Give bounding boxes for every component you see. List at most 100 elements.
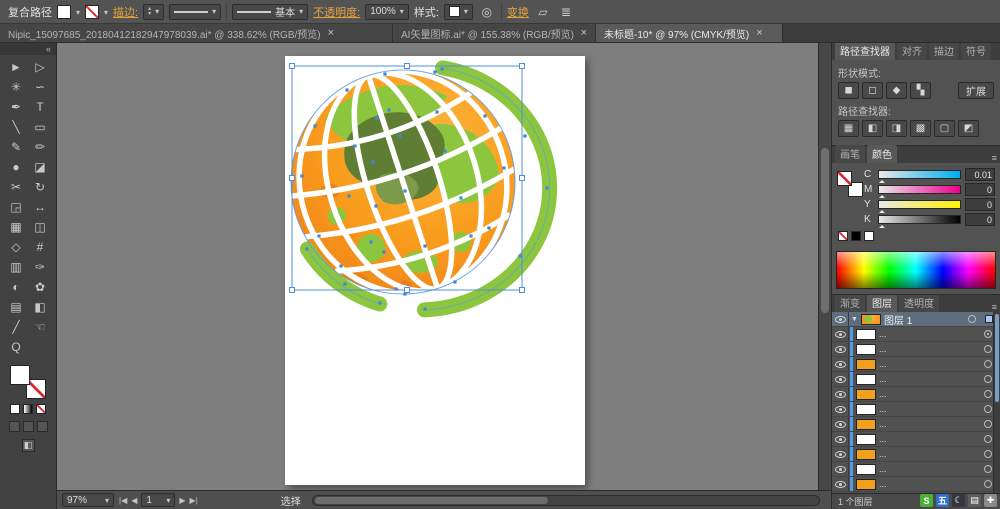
visibility-eye-icon[interactable] (832, 387, 849, 401)
target-circle-icon[interactable] (984, 330, 992, 338)
symbol-sprayer-tool-icon[interactable]: ✿ (28, 277, 52, 297)
column-graph-tool-icon[interactable]: ▤ (4, 297, 28, 317)
fill-proxy-swatch[interactable] (10, 365, 30, 385)
stroke-link[interactable]: 描边: (113, 4, 138, 20)
visibility-eye-icon[interactable] (832, 312, 849, 326)
free-transform-tool-icon[interactable]: ▦ (4, 217, 28, 237)
collapse-panel-icon[interactable]: « (0, 43, 56, 55)
visibility-eye-icon[interactable] (832, 477, 849, 491)
pen-tool-icon[interactable]: ✒ (4, 97, 28, 117)
cyan-slider[interactable] (878, 170, 961, 183)
artboard[interactable] (285, 56, 585, 485)
magenta-slider[interactable] (878, 185, 961, 198)
shear-icon[interactable]: ▱ (534, 3, 552, 21)
yellow-slider[interactable] (878, 200, 961, 213)
magenta-value[interactable]: 0 (965, 183, 995, 196)
slider-marker-icon[interactable] (879, 222, 885, 228)
first-artboard-button[interactable]: |◀ (119, 496, 127, 505)
visibility-eye-icon[interactable] (832, 417, 849, 431)
layer-thumbnail[interactable] (856, 463, 876, 475)
tab-align[interactable]: 对齐 (897, 43, 927, 60)
layer-thumbnail[interactable] (856, 448, 876, 460)
outline-button[interactable]: ▢ (934, 120, 955, 137)
slice-tool-icon[interactable]: ╱ (4, 317, 28, 337)
keyboard-icon[interactable]: ▤ (968, 494, 981, 507)
target-circle-icon[interactable] (984, 405, 992, 413)
zoom-level-dropdown[interactable]: 97% (62, 493, 114, 507)
target-circle-icon[interactable] (984, 465, 992, 473)
layer-thumbnail[interactable] (856, 328, 876, 340)
color-button[interactable] (10, 404, 20, 414)
stroke-weight-input[interactable] (143, 3, 165, 20)
layers-scrollbar[interactable] (993, 312, 1000, 493)
slider-marker-icon[interactable] (879, 207, 885, 213)
globe[interactable] (285, 56, 558, 324)
layer-row[interactable]: ... (832, 432, 1000, 447)
white-swatch[interactable] (864, 231, 874, 241)
tab-pathfinder[interactable]: 路径查找器 (835, 43, 895, 60)
fill-proxy-swatch[interactable] (837, 171, 852, 186)
layer-thumbnail[interactable] (856, 478, 876, 490)
type-tool-icon[interactable]: T (28, 97, 52, 117)
zoom-arrow-icon[interactable] (105, 495, 109, 506)
blend-tool-icon[interactable]: ◐ (4, 277, 28, 297)
screen-mode-button[interactable]: ◧ (21, 439, 35, 452)
target-circle-icon[interactable] (984, 345, 992, 353)
layer-row[interactable]: ... (832, 387, 1000, 402)
layer-row[interactable]: ... (832, 327, 1000, 342)
style-dropdown[interactable] (443, 3, 473, 20)
stroke-dropdown-arrow-icon[interactable] (104, 6, 108, 18)
tab-stroke[interactable]: 描边 (929, 43, 959, 60)
target-circle-icon[interactable] (984, 450, 992, 458)
globe-artwork[interactable] (285, 56, 585, 485)
tab-layers[interactable]: 图层 (867, 294, 897, 312)
layer-name[interactable]: ... (879, 359, 981, 369)
layer-name[interactable]: ... (879, 464, 981, 474)
visibility-eye-icon[interactable] (832, 327, 849, 341)
wubi-input-icon[interactable]: 五 (936, 494, 949, 507)
layer-thumbnail[interactable] (856, 358, 876, 370)
opacity-arrow-icon[interactable] (400, 6, 404, 17)
pencil-tool-icon[interactable]: ✏ (28, 137, 52, 157)
visibility-eye-icon[interactable] (832, 372, 849, 386)
layer-name[interactable]: ... (879, 389, 981, 399)
layer-thumbnail[interactable] (856, 403, 876, 415)
selection-tool-icon[interactable]: ► (4, 57, 28, 77)
layer-thumbnail[interactable] (856, 373, 876, 385)
zoom-tool-icon[interactable]: Q (4, 337, 28, 357)
none-swatch[interactable] (838, 231, 848, 241)
intersect-button[interactable]: ◆ (886, 82, 907, 99)
document-tab[interactable]: Nipic_15097685_20180412182947978039.ai* … (0, 24, 393, 42)
opacity-input[interactable]: 100% (365, 3, 409, 20)
recolor-artwork-icon[interactable]: ◎ (478, 3, 496, 21)
target-circle-icon[interactable] (984, 480, 992, 488)
visibility-eye-icon[interactable] (832, 342, 849, 356)
visibility-eye-icon[interactable] (832, 357, 849, 371)
mesh-tool-icon[interactable]: # (28, 237, 52, 257)
visibility-eye-icon[interactable] (832, 447, 849, 461)
hand-tool-icon[interactable]: ☜ (28, 317, 52, 337)
layer-name[interactable]: ... (879, 419, 981, 429)
rotate-tool-icon[interactable]: ↻ (28, 177, 52, 197)
layer-thumbnail[interactable] (860, 313, 881, 325)
visibility-eye-icon[interactable] (832, 432, 849, 446)
layer-row[interactable]: ... (832, 462, 1000, 477)
target-circle-icon[interactable] (968, 315, 976, 323)
width-profile-dropdown[interactable] (169, 3, 222, 20)
artboard-number-dropdown[interactable]: 1 (141, 493, 176, 507)
layer-name[interactable]: ... (879, 449, 981, 459)
layer-name[interactable]: ... (879, 374, 981, 384)
panel-menu-icon[interactable] (992, 153, 997, 163)
draw-normal-button[interactable] (8, 421, 20, 432)
none-button[interactable] (36, 404, 46, 414)
document-tab[interactable]: AI矢量图标.ai* @ 155.38% (RGB/预览) × (393, 24, 596, 42)
expand-button[interactable]: 扩展 (958, 82, 994, 99)
minus-front-button[interactable]: ◻ (862, 82, 883, 99)
target-circle-icon[interactable] (984, 435, 992, 443)
rectangle-tool-icon[interactable]: ▭ (28, 117, 52, 137)
layer-row[interactable]: ... (832, 447, 1000, 462)
eyedropper-tool-icon[interactable]: ✑ (28, 257, 52, 277)
layer-row[interactable]: ... (832, 372, 1000, 387)
vertical-scrollbar-thumb[interactable] (821, 148, 829, 313)
close-tab-icon[interactable]: × (328, 27, 334, 39)
